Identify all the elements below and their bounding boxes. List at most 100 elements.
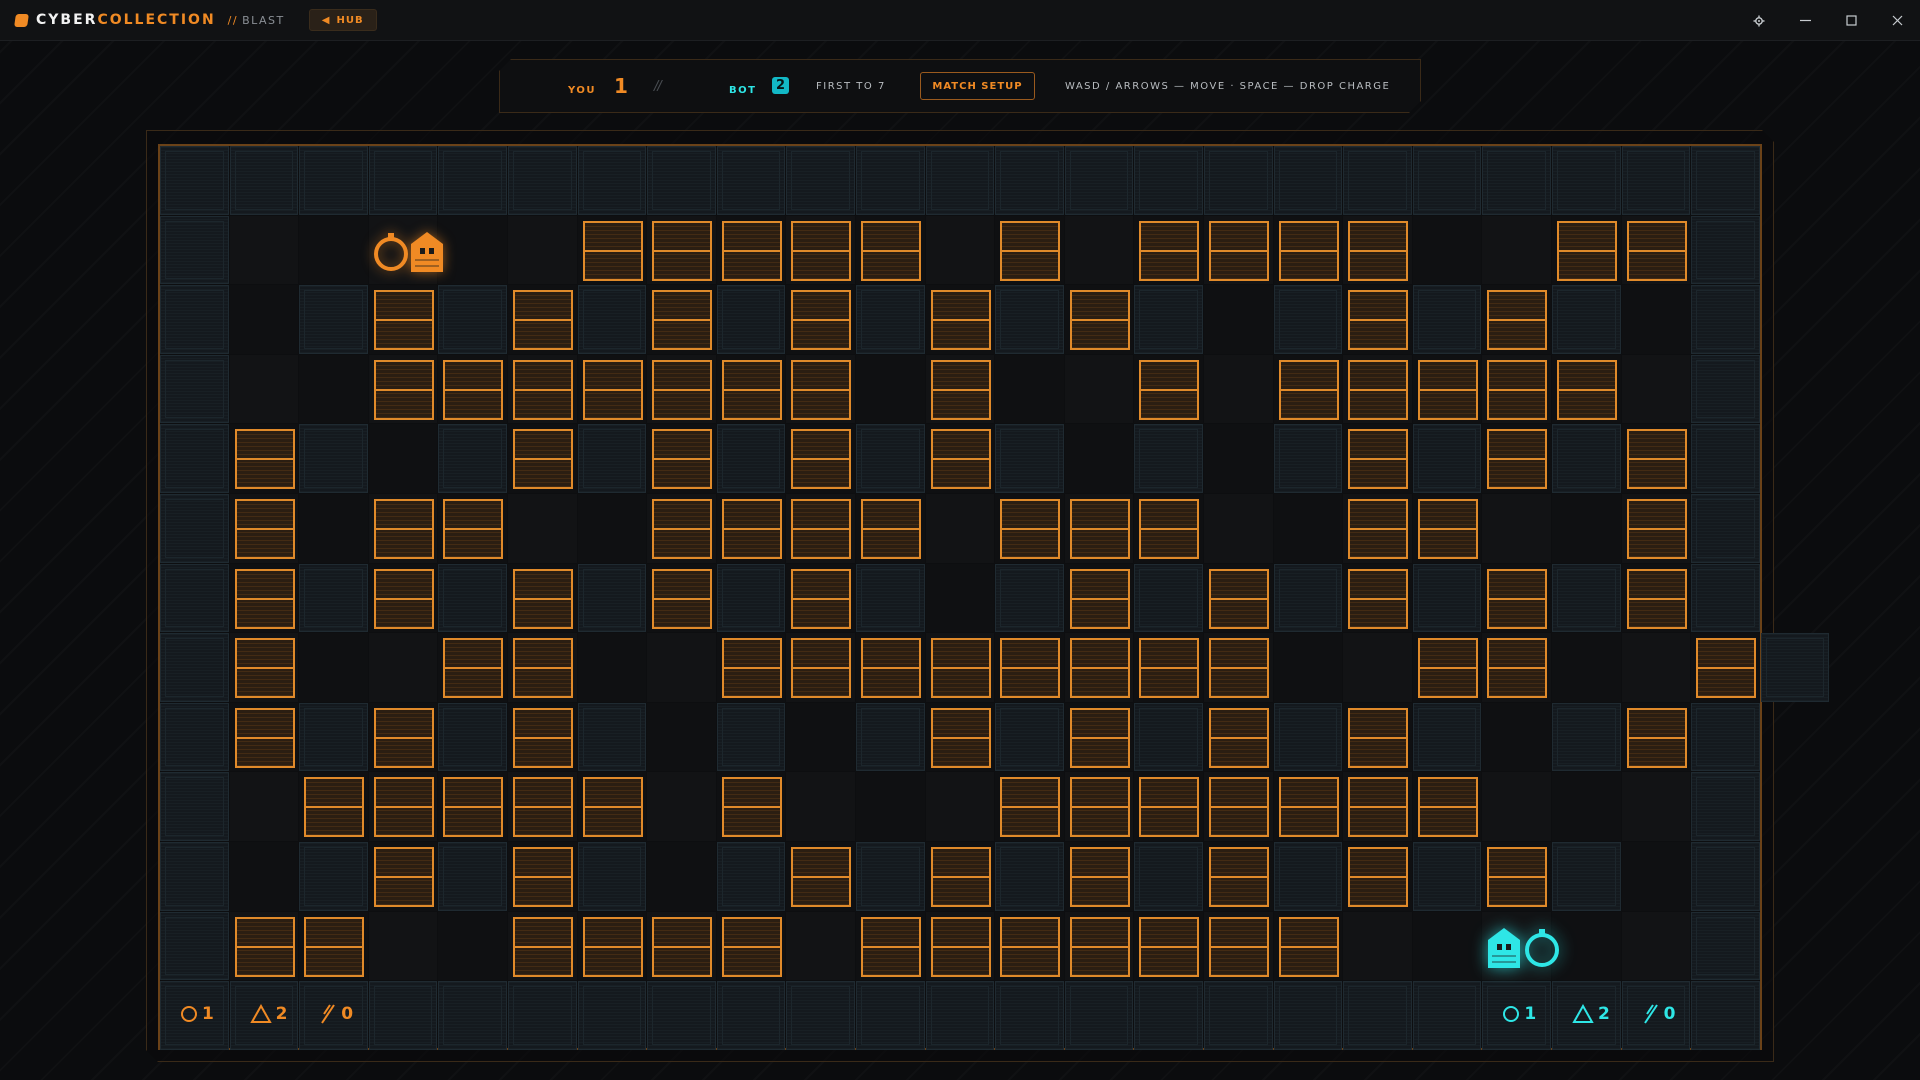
crate-block	[1487, 847, 1548, 907]
wall-tile	[1134, 981, 1203, 1050]
wall-tile	[647, 146, 716, 215]
crate-block	[1139, 359, 1200, 420]
floor-tile	[1204, 424, 1273, 493]
wall-tile	[1552, 563, 1621, 633]
floor-tile	[1273, 494, 1343, 563]
you-stat-range: 2	[249, 1004, 288, 1025]
wall-tile	[856, 702, 925, 772]
crate-block	[791, 359, 852, 420]
wall-tile	[299, 146, 368, 215]
wall-tile	[995, 424, 1064, 493]
floor-tile	[1552, 633, 1621, 702]
minimize-button[interactable]	[1782, 0, 1828, 41]
crate-block	[234, 568, 295, 629]
floor-tile	[925, 563, 995, 633]
wall-tile	[856, 146, 925, 215]
crate-block	[1487, 359, 1548, 420]
you-label: YOU	[568, 85, 597, 96]
floor-tile	[786, 772, 855, 841]
crate-block	[791, 499, 852, 559]
crate-block	[930, 359, 991, 420]
wall-tile	[1691, 842, 1760, 911]
app-title: CYBERCOLLECTION	[36, 12, 216, 28]
crate-block	[721, 220, 782, 281]
wall-tile	[716, 424, 786, 493]
stat-value: 0	[1663, 1004, 1676, 1025]
crate-block	[1069, 638, 1130, 699]
floor-tile	[1204, 285, 1273, 354]
crate-block	[1278, 777, 1339, 838]
floor-tile	[1064, 424, 1134, 493]
crate-block	[1139, 220, 1200, 281]
wall-tile	[1343, 981, 1412, 1050]
wall-tile	[1552, 146, 1621, 215]
crate-block	[652, 499, 713, 559]
stat-value: 2	[275, 1004, 288, 1025]
floor-tile	[856, 354, 925, 424]
wall-tile	[160, 494, 229, 563]
wall-tile	[299, 702, 368, 772]
hub-button[interactable]: ◀ HUB	[308, 9, 377, 31]
wall-tile	[299, 563, 368, 633]
wall-tile	[368, 981, 438, 1050]
wall-tile	[1134, 563, 1203, 633]
crate-block	[1069, 707, 1130, 768]
maximize-button[interactable]	[1828, 0, 1874, 41]
crate-block	[1348, 429, 1409, 490]
wall-tile	[1691, 702, 1760, 772]
bot-stat-range: 2	[1572, 1004, 1610, 1024]
crate-block	[513, 847, 573, 907]
crate-block	[582, 359, 643, 420]
crate-block	[1000, 777, 1061, 838]
crate-block	[721, 359, 782, 420]
crate-block	[1069, 568, 1130, 629]
crate-block	[304, 777, 365, 838]
crate-block	[1557, 220, 1617, 281]
crate-block	[1417, 359, 1478, 420]
crate-block	[1348, 290, 1409, 351]
crate-block	[930, 429, 991, 490]
crate-block	[443, 638, 504, 699]
crate-block	[652, 290, 713, 351]
crate-block	[1209, 638, 1269, 699]
crate-block	[1069, 290, 1130, 351]
close-button[interactable]	[1874, 0, 1920, 41]
wall-tile	[1691, 354, 1760, 424]
wall-tile	[1273, 702, 1343, 772]
crate-block	[443, 499, 504, 559]
crate-block	[652, 568, 713, 629]
wall-tile	[1273, 146, 1343, 215]
crate-block	[1417, 499, 1478, 559]
wall-tile	[1482, 146, 1551, 215]
crate-block	[373, 359, 434, 420]
crate-block	[513, 707, 573, 768]
crate-block	[1348, 568, 1409, 629]
match-setup-button[interactable]: MATCH SETUP	[920, 72, 1035, 100]
crate-block	[373, 290, 434, 351]
wall-tile	[716, 146, 786, 215]
crate-block	[443, 777, 504, 838]
wall-tile	[1552, 842, 1621, 911]
crate-block	[861, 638, 921, 699]
crate-block	[791, 638, 852, 699]
win-condition: FIRST TO 7	[816, 81, 886, 92]
crate-block	[1348, 220, 1409, 281]
floor-tile	[508, 494, 577, 563]
crate-block	[721, 777, 782, 838]
wall-tile	[1691, 772, 1760, 841]
wall-tile	[299, 285, 368, 354]
settings-button[interactable]	[1736, 0, 1782, 41]
robot-icon	[410, 231, 443, 272]
crate-block	[1069, 847, 1130, 907]
crate-block	[930, 916, 991, 977]
crate-block	[652, 220, 713, 281]
crate-block	[1209, 568, 1269, 629]
wall-tile	[1691, 146, 1760, 215]
wall-tile	[1552, 285, 1621, 354]
crate-block	[721, 916, 782, 977]
wall-tile	[577, 146, 647, 215]
floor-tile	[229, 842, 299, 911]
crate-block	[513, 290, 573, 351]
wall-tile	[1621, 146, 1691, 215]
wall-tile	[856, 842, 925, 911]
